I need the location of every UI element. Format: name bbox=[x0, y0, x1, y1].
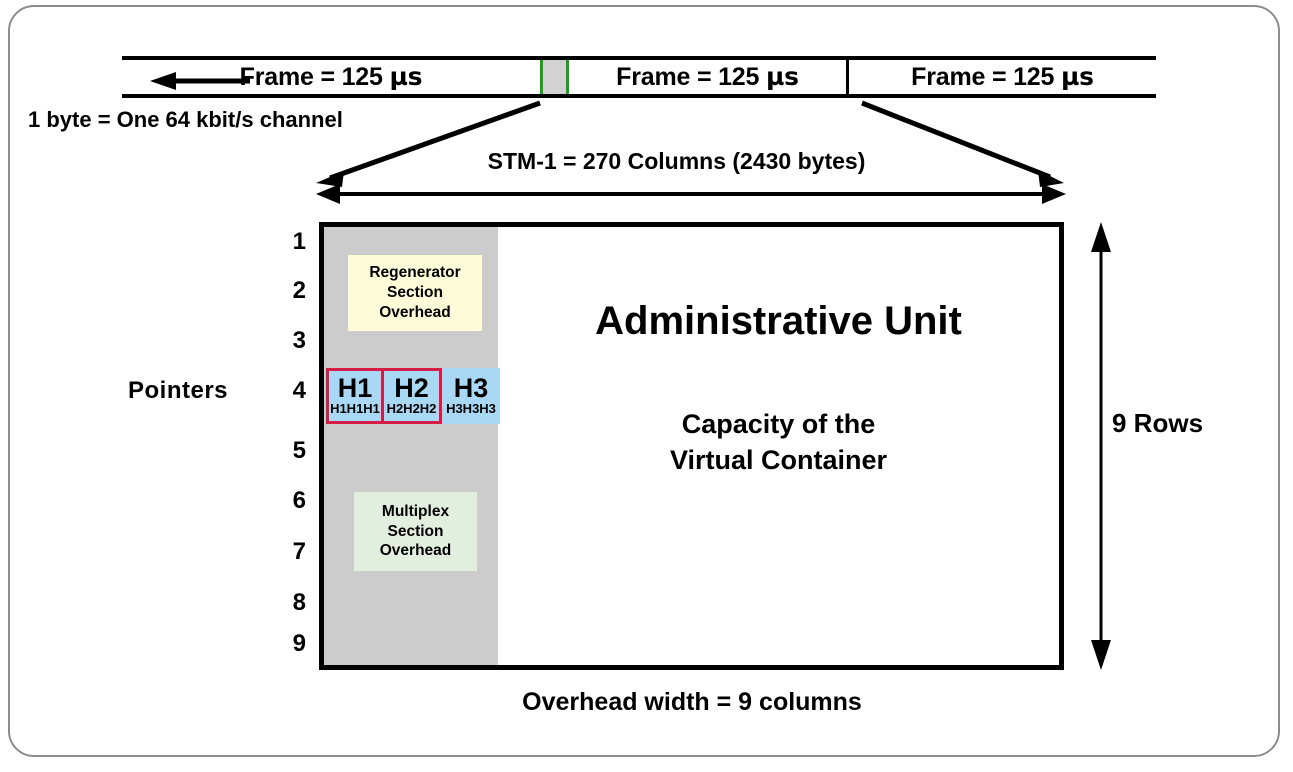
pointer-cell-h3-name: H3 bbox=[453, 372, 489, 403]
regenerator-section-overhead-box: Regenerator Section Overhead bbox=[348, 255, 482, 331]
frame-segment-3: Frame = 125 µs bbox=[849, 60, 1156, 94]
highlighted-byte-cell bbox=[540, 60, 569, 94]
frame-segment-2-label: Frame = 125 µs bbox=[616, 62, 799, 91]
row-number-2: 2 bbox=[292, 277, 306, 304]
multiplex-section-overhead-box: Multiplex Section Overhead bbox=[354, 492, 477, 571]
pointer-cell-h2-name: H2 bbox=[394, 372, 429, 403]
row-number-7: 7 bbox=[292, 538, 306, 565]
frame-sequence-bar: Frame = 125 µs Frame = 125 µs Frame = 12… bbox=[122, 56, 1156, 98]
pointer-cell-h1-name: H1 bbox=[337, 372, 373, 403]
pointer-cell-h2: H2 H2H2H2 bbox=[384, 368, 442, 424]
pointers-label: Pointers bbox=[128, 377, 229, 404]
pointer-cell-h3-detail: H3H3H3 bbox=[446, 401, 496, 417]
frame-segment-1-label: Frame = 125 µs bbox=[239, 62, 423, 91]
row-number-9: 9 bbox=[292, 630, 306, 657]
row-number-5: 5 bbox=[292, 437, 306, 464]
rso-line-3: Overhead bbox=[379, 303, 451, 321]
stm1-frame-grid: Regenerator Section Overhead H1 H1H1H1 H… bbox=[319, 222, 1064, 670]
mso-line-1: Multiplex bbox=[381, 502, 450, 520]
vc-line-2: Virtual Container bbox=[669, 444, 888, 475]
pointer-cell-h1: H1 H1H1H1 bbox=[326, 368, 384, 424]
pointer-cell-h2-detail: H2H2H2 bbox=[386, 401, 437, 417]
multiplex-section-overhead-text: Multiplex Section Overhead bbox=[380, 502, 452, 561]
row-number-4: 4 bbox=[292, 377, 306, 404]
frame-segment-3-label: Frame = 125 µs bbox=[911, 62, 1094, 91]
row-number-6: 6 bbox=[292, 487, 306, 514]
row-number-8: 8 bbox=[292, 589, 306, 616]
pointer-row: H1 H1H1H1 H2 H2H2H2 H3 H3H3H3 bbox=[326, 368, 500, 424]
nine-rows-label: 9 Rows bbox=[1112, 408, 1204, 438]
mso-line-3: Overhead bbox=[379, 542, 452, 560]
frame-segment-2: Frame = 125 µs bbox=[569, 60, 846, 94]
byte-channel-note: 1 byte = One 64 kbit/s channel bbox=[28, 107, 343, 132]
stm1-dimension-label: STM-1 = 270 Columns (2430 bytes) bbox=[487, 148, 866, 174]
rso-line-2: Section bbox=[387, 284, 443, 302]
regenerator-section-overhead-text: Regenerator Section Overhead bbox=[369, 263, 460, 322]
rso-line-1: Regenerator bbox=[369, 264, 461, 282]
vc-line-1: Capacity of the bbox=[681, 409, 876, 439]
pointer-cell-h3: H3 H3H3H3 bbox=[442, 368, 500, 424]
pointer-cell-h1-detail: H1H1H1 bbox=[330, 401, 380, 417]
row-number-1: 1 bbox=[292, 228, 306, 255]
administrative-unit-title: Administrative Unit bbox=[595, 299, 962, 343]
row-number-3: 3 bbox=[292, 327, 306, 354]
mso-line-2: Section bbox=[387, 522, 444, 540]
frame-segment-1: Frame = 125 µs bbox=[122, 60, 540, 94]
overhead-width-caption: Overhead width = 9 columns bbox=[522, 688, 862, 716]
virtual-container-capacity-text: Capacity of the Virtual Container bbox=[498, 407, 1059, 478]
left-arrow-icon bbox=[150, 72, 250, 90]
slide-canvas: Frame = 125 µs Frame = 125 µs Frame = 12… bbox=[0, 0, 1293, 772]
